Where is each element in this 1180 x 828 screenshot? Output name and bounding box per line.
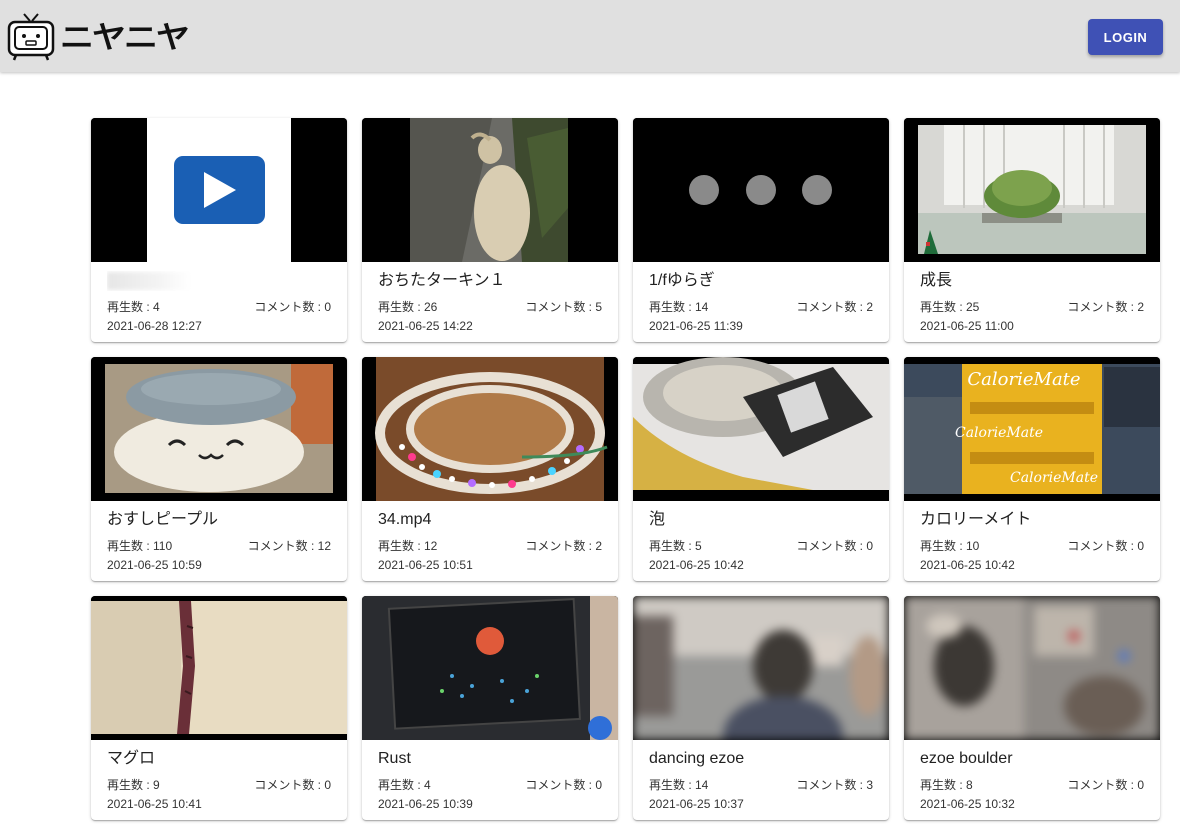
- comment-count: コメント数 : 0: [796, 539, 873, 553]
- video-card[interactable]: ezoe boulder 再生数 : 8 コメント数 : 0 2021-06-2…: [904, 596, 1160, 820]
- comment-count: コメント数 : 0: [1067, 778, 1144, 792]
- play-placeholder-icon: [91, 118, 347, 262]
- video-thumbnail[interactable]: [362, 357, 618, 501]
- upload-date: 2021-06-25 10:32: [920, 797, 1015, 811]
- view-count: 再生数 : 14: [649, 300, 709, 314]
- climbing-gym-thumbnail: [633, 596, 889, 740]
- bouldering-thumbnail: [904, 596, 1160, 740]
- video-card[interactable]: おちたターキン１ 再生数 : 26 コメント数 : 5 2021-06-25 1…: [362, 118, 618, 342]
- video-thumbnail[interactable]: [633, 596, 889, 740]
- video-thumbnail[interactable]: [904, 596, 1160, 740]
- view-count: 再生数 : 8: [920, 778, 973, 792]
- video-thumbnail[interactable]: [362, 596, 618, 740]
- led-strip-thumbnail: [362, 357, 618, 501]
- upload-date: 2021-06-25 10:59: [107, 558, 202, 572]
- video-title[interactable]: マグロ: [107, 749, 331, 769]
- video-card[interactable]: 34.mp4 再生数 : 12 コメント数 : 2 2021-06-25 10:…: [362, 357, 618, 581]
- svg-text:CalorieMate: CalorieMate: [955, 425, 1043, 441]
- video-card[interactable]: dancing ezoe 再生数 : 14 コメント数 : 3 2021-06-…: [633, 596, 889, 820]
- video-title[interactable]: ezoe boulder: [920, 749, 1144, 769]
- view-count: 再生数 : 4: [378, 778, 431, 792]
- comment-count: コメント数 : 3: [796, 778, 873, 792]
- video-card[interactable]: 成長 再生数 : 25 コメント数 : 2 2021-06-25 11:00: [904, 118, 1160, 342]
- video-title[interactable]: おちたターキン１: [378, 271, 602, 291]
- comment-count: コメント数 : 2: [796, 300, 873, 314]
- video-title[interactable]: おすしピープル: [107, 510, 331, 530]
- comment-count: コメント数 : 2: [1067, 300, 1144, 314]
- upload-date: 2021-06-25 10:51: [378, 558, 473, 572]
- video-title[interactable]: dancing ezoe: [649, 749, 873, 769]
- upload-date: 2021-06-25 11:00: [920, 319, 1014, 333]
- video-title[interactable]: カロリーメイト: [920, 510, 1144, 530]
- view-count: 再生数 : 9: [107, 778, 160, 792]
- upload-date: 2021-06-25 10:37: [649, 797, 744, 811]
- video-title[interactable]: [107, 271, 331, 291]
- view-count: 再生数 : 12: [378, 539, 438, 553]
- video-thumbnail[interactable]: [91, 357, 347, 501]
- loading-dots-icon: [633, 118, 889, 262]
- app-bar: ニヤニヤ LOGIN: [0, 0, 1180, 72]
- takin-thumbnail: [362, 118, 618, 262]
- view-count: 再生数 : 110: [107, 539, 173, 553]
- upload-date: 2021-06-25 10:41: [107, 797, 202, 811]
- video-title[interactable]: 34.mp4: [378, 510, 602, 530]
- video-card[interactable]: Rust 再生数 : 4 コメント数 : 0 2021-06-25 10:39: [362, 596, 618, 820]
- svg-text:CalorieMate: CalorieMate: [1010, 470, 1098, 486]
- video-thumbnail[interactable]: [633, 118, 889, 262]
- logo-text: ニヤニヤ: [60, 20, 190, 56]
- video-thumbnail[interactable]: [633, 357, 889, 501]
- comment-count: コメント数 : 2: [525, 539, 602, 553]
- sprouts-thumbnail: [904, 118, 1160, 262]
- video-card[interactable]: おすしピープル 再生数 : 110 コメント数 : 12 2021-06-25 …: [91, 357, 347, 581]
- video-card[interactable]: 1/fゆらぎ 再生数 : 14 コメント数 : 2 2021-06-25 11:…: [633, 118, 889, 342]
- comment-count: コメント数 : 0: [254, 300, 331, 314]
- video-card[interactable]: 再生数 : 4 コメント数 : 0 2021-06-28 12:27: [91, 118, 347, 342]
- view-count: 再生数 : 10: [920, 539, 980, 553]
- svg-text:CalorieMate: CalorieMate: [967, 369, 1080, 390]
- comment-count: コメント数 : 0: [254, 778, 331, 792]
- view-count: 再生数 : 14: [649, 778, 709, 792]
- comment-count: コメント数 : 5: [525, 300, 602, 314]
- calorie-mate-thumbnail: CalorieMate CalorieMate CalorieMate: [904, 357, 1160, 501]
- upload-date: 2021-06-25 10:39: [378, 797, 473, 811]
- view-count: 再生数 : 5: [649, 539, 702, 553]
- sushi-plush-thumbnail: [91, 357, 347, 501]
- video-title[interactable]: 泡: [649, 510, 873, 530]
- upload-date: 2021-06-25 10:42: [920, 558, 1015, 572]
- video-thumbnail[interactable]: CalorieMate CalorieMate CalorieMate: [904, 357, 1160, 501]
- beer-can-thumbnail: [633, 357, 889, 501]
- video-title[interactable]: 成長: [920, 271, 1144, 291]
- view-count: 再生数 : 25: [920, 300, 980, 314]
- video-card[interactable]: CalorieMate CalorieMate CalorieMate カロリー…: [904, 357, 1160, 581]
- video-grid: 再生数 : 4 コメント数 : 0 2021-06-28 12:27 おちたター…: [91, 118, 1161, 820]
- tuna-thumbnail: [91, 596, 347, 740]
- video-thumbnail[interactable]: [362, 118, 618, 262]
- comment-count: コメント数 : 0: [1067, 539, 1144, 553]
- display-panel-thumbnail: [362, 596, 618, 740]
- upload-date: 2021-06-25 11:39: [649, 319, 743, 333]
- comment-count: コメント数 : 12: [247, 539, 331, 553]
- site-logo[interactable]: ニヤニヤ: [6, 12, 190, 62]
- video-title[interactable]: Rust: [378, 749, 602, 769]
- video-thumbnail[interactable]: [904, 118, 1160, 262]
- video-thumbnail[interactable]: [91, 596, 347, 740]
- video-card[interactable]: 泡 再生数 : 5 コメント数 : 0 2021-06-25 10:42: [633, 357, 889, 581]
- upload-date: 2021-06-25 14:22: [378, 319, 473, 333]
- upload-date: 2021-06-28 12:27: [107, 319, 202, 333]
- video-thumbnail[interactable]: [91, 118, 347, 262]
- video-card[interactable]: マグロ 再生数 : 9 コメント数 : 0 2021-06-25 10:41: [91, 596, 347, 820]
- view-count: 再生数 : 26: [378, 300, 438, 314]
- tv-mascot-icon: [7, 13, 55, 61]
- login-button[interactable]: LOGIN: [1088, 19, 1163, 55]
- upload-date: 2021-06-25 10:42: [649, 558, 744, 572]
- view-count: 再生数 : 4: [107, 300, 160, 314]
- comment-count: コメント数 : 0: [525, 778, 602, 792]
- video-title[interactable]: 1/fゆらぎ: [649, 271, 873, 291]
